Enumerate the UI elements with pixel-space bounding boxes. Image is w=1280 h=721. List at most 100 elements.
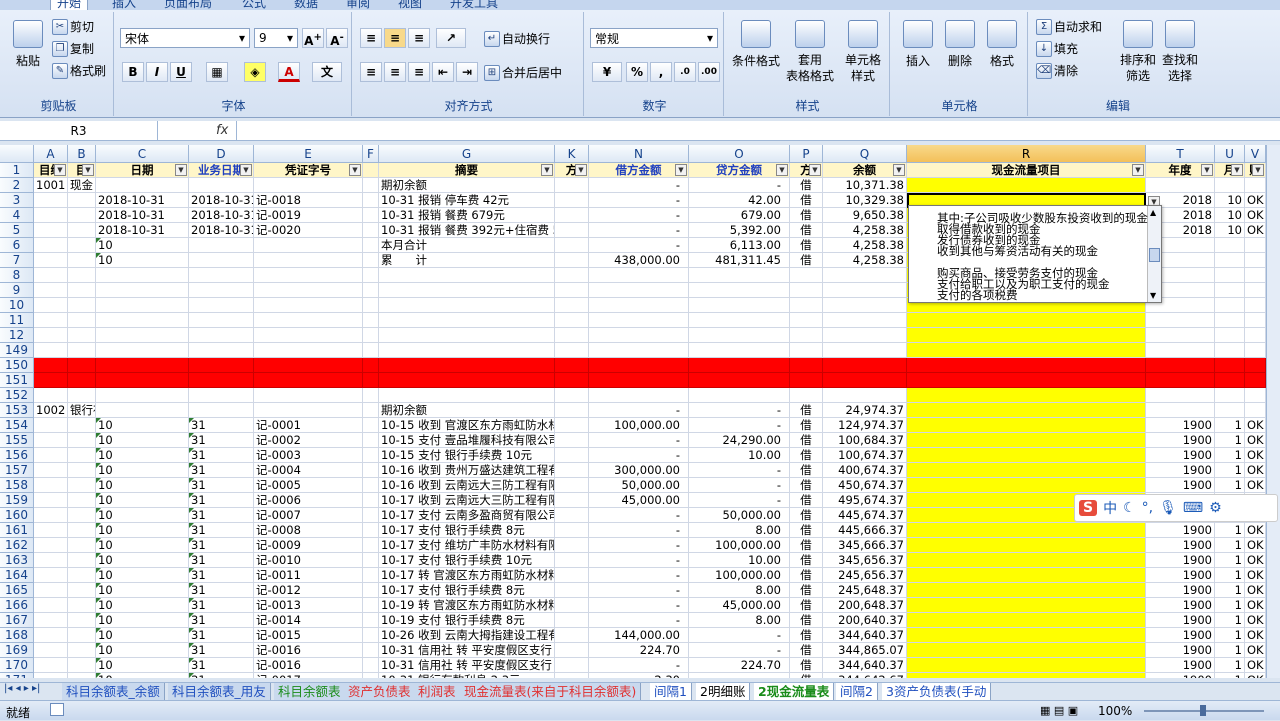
select-all-corner[interactable] — [0, 145, 34, 163]
column-header-n[interactable]: N — [589, 145, 689, 163]
table-cell[interactable]: 1 — [1215, 433, 1245, 448]
table-cell[interactable]: 借 — [790, 568, 823, 583]
table-cell[interactable]: 10,329.38 — [823, 193, 907, 208]
table-cell[interactable] — [68, 208, 96, 223]
table-cell[interactable]: 31 — [189, 628, 254, 643]
table-cell[interactable]: 10 — [96, 568, 189, 583]
table-cell[interactable] — [363, 448, 379, 463]
table-cell[interactable] — [68, 373, 96, 388]
table-cell[interactable]: OK — [1245, 193, 1266, 208]
table-cell[interactable] — [1215, 298, 1245, 313]
filter-dropdown-icon[interactable]: ▼ — [349, 164, 361, 176]
table-cell[interactable] — [68, 478, 96, 493]
table-cell[interactable] — [823, 298, 907, 313]
table-cell[interactable]: 10 — [1215, 208, 1245, 223]
table-cell[interactable]: 144,000.00 — [589, 628, 689, 643]
table-cell[interactable]: OK — [1245, 613, 1266, 628]
table-cell[interactable] — [96, 388, 189, 403]
table-cell[interactable] — [1146, 313, 1215, 328]
column-title[interactable]: 摘要 ▼ — [379, 163, 555, 178]
table-cell[interactable] — [34, 448, 68, 463]
table-cell[interactable] — [1215, 253, 1245, 268]
table-cell[interactable]: 345,656.37 — [823, 553, 907, 568]
table-cell[interactable] — [363, 508, 379, 523]
table-cell[interactable] — [68, 223, 96, 238]
format-painter-button[interactable]: ✎ 格式刷 — [52, 62, 106, 79]
table-cell[interactable] — [68, 568, 96, 583]
table-cell[interactable]: 本月合计 — [379, 238, 555, 253]
table-cell[interactable]: 记-0001 — [254, 418, 363, 433]
table-cell[interactable] — [254, 253, 363, 268]
table-cell[interactable]: - — [589, 553, 689, 568]
table-cell[interactable]: - — [589, 568, 689, 583]
table-cell[interactable] — [589, 283, 689, 298]
increase-decimal-button[interactable]: .0 — [674, 62, 696, 82]
table-cell[interactable]: 31 — [189, 538, 254, 553]
table-cell[interactable] — [254, 313, 363, 328]
table-cell[interactable] — [555, 358, 589, 373]
table-cell[interactable] — [363, 178, 379, 193]
table-cell[interactable] — [68, 313, 96, 328]
table-cell[interactable]: 300,000.00 — [589, 463, 689, 478]
table-cell[interactable] — [555, 433, 589, 448]
table-cell[interactable]: - — [589, 523, 689, 538]
table-cell[interactable] — [1215, 388, 1245, 403]
table-cell[interactable] — [1215, 373, 1245, 388]
table-cell[interactable] — [555, 673, 589, 678]
table-cell[interactable]: - — [689, 643, 790, 658]
table-cell[interactable] — [907, 658, 1146, 673]
column-header-c[interactable]: C — [96, 145, 189, 163]
table-cell[interactable]: 1900 — [1146, 568, 1215, 583]
table-cell[interactable]: 借 — [790, 403, 823, 418]
table-cell[interactable]: OK — [1245, 658, 1266, 673]
table-cell[interactable] — [363, 493, 379, 508]
table-cell[interactable] — [589, 358, 689, 373]
table-cell[interactable]: 借 — [790, 583, 823, 598]
table-cell[interactable]: 10 — [1215, 223, 1245, 238]
row-header[interactable]: 158 — [0, 478, 34, 493]
table-cell[interactable] — [189, 298, 254, 313]
table-cell[interactable] — [34, 358, 68, 373]
table-cell[interactable]: OK — [1245, 523, 1266, 538]
table-cell[interactable] — [34, 253, 68, 268]
table-cell[interactable]: 31 — [189, 448, 254, 463]
table-cell[interactable]: 31 — [189, 583, 254, 598]
table-cell[interactable] — [379, 358, 555, 373]
table-cell[interactable] — [1215, 283, 1245, 298]
table-cell[interactable] — [254, 238, 363, 253]
table-cell[interactable]: 10-15 支付 银行手续费 10元 — [379, 448, 555, 463]
table-cell[interactable] — [68, 463, 96, 478]
filter-dropdown-icon[interactable]: ▼ — [82, 164, 94, 176]
table-cell[interactable] — [34, 493, 68, 508]
table-cell[interactable]: 445,674.37 — [823, 508, 907, 523]
table-cell[interactable] — [1146, 328, 1215, 343]
row-header[interactable]: 151 — [0, 373, 34, 388]
table-cell[interactable]: 1 — [1215, 553, 1245, 568]
table-cell[interactable] — [363, 283, 379, 298]
table-cell[interactable] — [1245, 328, 1266, 343]
table-cell[interactable] — [907, 178, 1146, 193]
table-cell[interactable] — [96, 343, 189, 358]
table-cell[interactable] — [68, 493, 96, 508]
row-header[interactable]: 150 — [0, 358, 34, 373]
table-cell[interactable] — [96, 283, 189, 298]
table-cell[interactable]: 借 — [790, 418, 823, 433]
table-cell[interactable]: 10-16 收到 贵州万盛达建筑工程有限公司 — [379, 463, 555, 478]
table-cell[interactable]: 10-17 支付 银行手续费 8元 — [379, 583, 555, 598]
table-cell[interactable] — [1215, 328, 1245, 343]
zoom-level[interactable]: 100% — [1098, 704, 1132, 718]
table-cell[interactable]: 100,674.37 — [823, 448, 907, 463]
column-header-p[interactable]: P — [790, 145, 823, 163]
tab-insert[interactable]: 插入 — [112, 0, 136, 10]
table-cell[interactable]: 5,392.00 — [689, 223, 790, 238]
table-cell[interactable]: 1 — [1215, 673, 1245, 678]
table-cell[interactable] — [363, 268, 379, 283]
table-cell[interactable]: 10 — [96, 508, 189, 523]
moon-icon[interactable]: ☾ — [1123, 500, 1136, 516]
table-cell[interactable]: 记-0005 — [254, 478, 363, 493]
table-cell[interactable] — [254, 358, 363, 373]
table-cell[interactable] — [555, 208, 589, 223]
filter-dropdown-icon[interactable]: ▼ — [1132, 164, 1144, 176]
table-cell[interactable] — [96, 358, 189, 373]
table-cell[interactable] — [34, 553, 68, 568]
